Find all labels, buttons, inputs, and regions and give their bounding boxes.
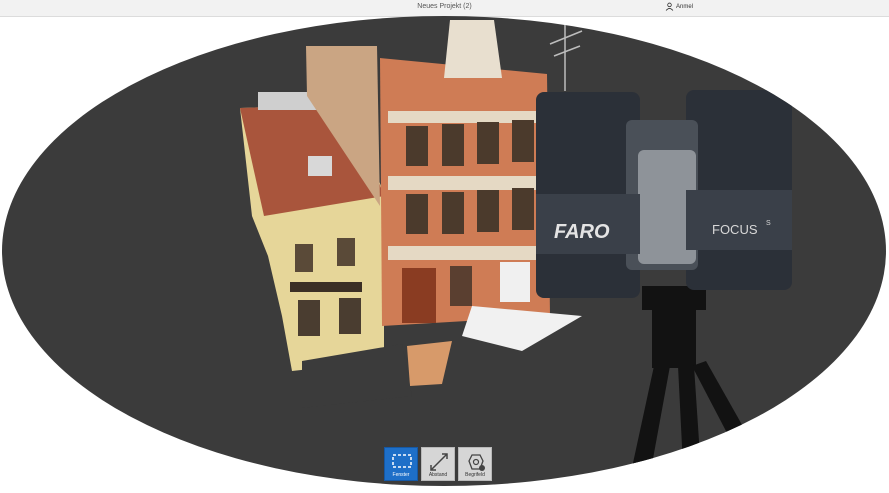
user-icon: [665, 2, 674, 11]
user-name: Anmel: [675, 3, 693, 10]
tool-begrifeld-label: Begrifeld: [465, 472, 485, 478]
distance-icon: [430, 453, 448, 471]
tool-fenster-button[interactable]: Fenster: [384, 447, 418, 481]
tool-abstand-button[interactable]: Abstand: [421, 447, 455, 481]
window-title: Neues Projekt (2): [417, 3, 472, 10]
tool-begrifeld-button[interactable]: Begrifeld: [458, 447, 492, 481]
title-bar: Neues Projekt (2) Anmel: [0, 0, 889, 17]
laser-scanner: FARO FOCUS S: [536, 90, 792, 298]
antenna: [549, 18, 583, 91]
scanner-model: FOCUS: [712, 222, 758, 237]
user-button[interactable]: Anmel: [665, 2, 693, 11]
tool-abstand-label: Abstand: [428, 472, 448, 478]
scanner-model-sup: S: [766, 220, 771, 227]
measure-toolbar: Fenster Abstand Begrifeld: [384, 447, 492, 481]
window-select-icon: [392, 454, 412, 468]
point-cloud-scene: FARO FOCUS S: [240, 18, 792, 486]
scanner-brand: FARO: [554, 221, 610, 243]
tripod: [628, 286, 754, 486]
tool-fenster-label: Fenster: [392, 472, 410, 478]
point-cloud-viewport[interactable]: FARO FOCUS S: [2, 16, 886, 486]
dimension-icon: [468, 454, 485, 471]
